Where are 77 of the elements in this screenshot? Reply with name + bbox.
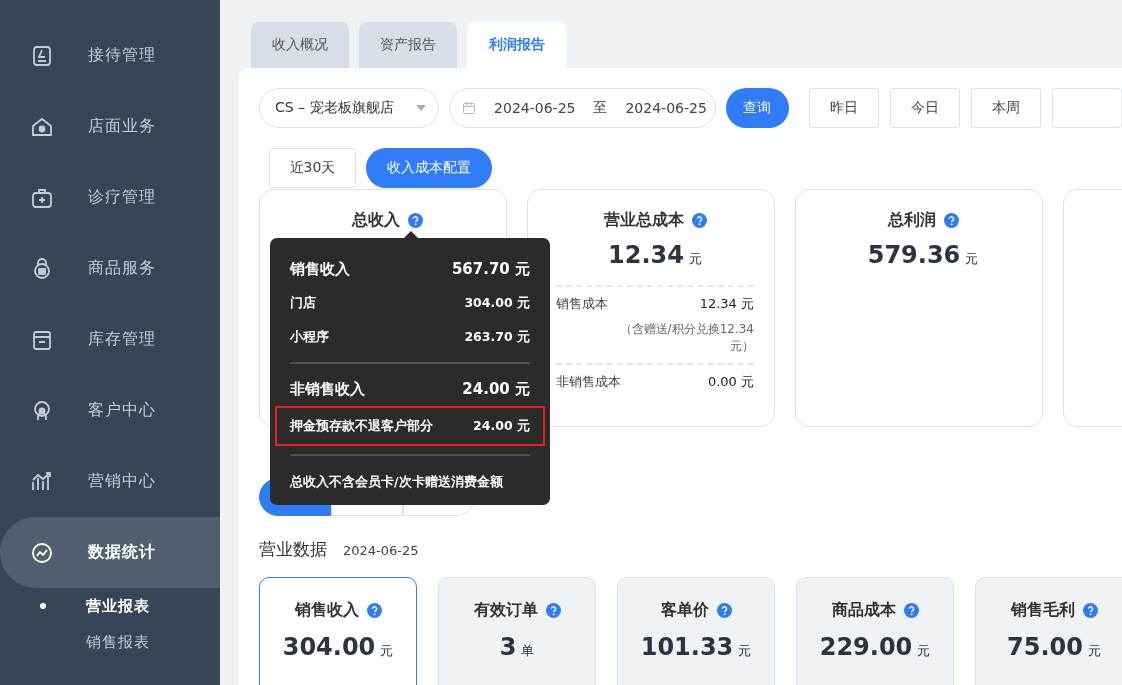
metric-label: 销售毛利 (1010, 600, 1075, 621)
help-icon[interactable] (407, 213, 423, 228)
tab[interactable]: 利润报告 (467, 22, 567, 68)
period-button[interactable]: 近30天 (269, 148, 356, 188)
sidebar-item[interactable]: 库存管理 (0, 304, 220, 375)
metric-card[interactable]: 商品成本 229.00 元 (796, 577, 954, 685)
line-value: 12.34 元 (699, 295, 754, 313)
metric-card[interactable]: 客单价 101.33 元 (617, 577, 775, 685)
calendar-icon (462, 101, 477, 115)
unit-label: 单 (521, 643, 535, 658)
sidebar-item[interactable]: 数据统计 (0, 517, 220, 588)
sidebar-item[interactable]: 客户中心 (0, 375, 220, 446)
tooltip-note: 总收入不含会员卡/次卡赠送消费金额 (290, 473, 504, 491)
card-title: 营业总成本 (603, 210, 684, 231)
metric-card[interactable]: 销售毛利 75.00 元 (975, 577, 1122, 685)
tooltip-value: 24.00 元 (473, 417, 530, 435)
help-icon[interactable] (716, 603, 732, 618)
period-button[interactable]: 昨日 (809, 88, 879, 128)
line-note: （含赠送/积分兑换12.34元） (618, 321, 754, 355)
sidebar-item[interactable]: 营销中心 (0, 446, 220, 517)
tab[interactable]: 收入概况 (251, 22, 349, 68)
metric-value: 101.33 (640, 633, 734, 661)
unit-label: 元 (380, 643, 394, 658)
metric-value: 3 (499, 633, 517, 661)
help-icon[interactable] (903, 603, 919, 618)
line-label: 非销售成本 (556, 372, 621, 391)
bullet-icon (40, 603, 46, 609)
line-label: 销售成本 (556, 295, 608, 313)
metric-value: 75.00 (1007, 633, 1083, 661)
unit-label: 元 (738, 643, 752, 658)
line-value: 0.00 元 (707, 372, 754, 391)
tooltip-heading: 销售收入 (290, 259, 350, 279)
tooltip-value: 263.70 元 (464, 328, 530, 346)
period-button[interactable]: 今日 (890, 88, 960, 128)
help-icon[interactable] (691, 213, 707, 228)
tooltip-label: 门店 (290, 294, 316, 312)
tab[interactable]: 资产报告 (359, 22, 457, 68)
metric-label: 商品成本 (831, 600, 896, 621)
sidebar-subitem[interactable]: 销售报表 (0, 624, 220, 660)
card-value: 579.36 (867, 241, 961, 269)
tooltip-label: 小程序 (290, 328, 329, 346)
help-icon[interactable] (943, 213, 959, 228)
section-title: 营业数据 (259, 538, 327, 561)
metric-value: 304.00 (282, 633, 376, 661)
metric-card[interactable]: 有效订单 3 单 (438, 577, 596, 685)
sidebar-item[interactable]: 接待管理 (0, 20, 220, 91)
help-icon[interactable] (1082, 603, 1098, 618)
card-title: 总收入 (351, 210, 400, 231)
clipboard-icon (30, 43, 54, 68)
unit-label: 元 (965, 251, 979, 266)
sidebar-item[interactable]: 店面业务 (0, 91, 220, 162)
metric-value: 229.00 (819, 633, 913, 661)
metric-label: 销售收入 (294, 600, 359, 621)
query-button[interactable]: 查询 (725, 88, 789, 128)
metric-label: 有效订单 (473, 600, 538, 621)
caret-icon (416, 105, 427, 111)
tooltip-heading: 非销售收入 (290, 379, 365, 399)
help-icon[interactable] (366, 603, 382, 618)
help-icon[interactable] (545, 603, 561, 618)
period-button[interactable]: 本周 (971, 88, 1041, 128)
metric-label: 客单价 (660, 600, 709, 621)
sidebar-subitem[interactable]: 营业报表 (0, 588, 220, 624)
unit-label: 元 (917, 643, 931, 658)
config-button[interactable]: 收入成本配置 (366, 148, 492, 188)
section-date: 2024-06-25 (343, 543, 419, 558)
card-value: 12.34 (608, 241, 684, 269)
metric-card[interactable]: 销售收入 304.00 元 (259, 577, 417, 685)
tooltip-value: 24.00 元 (462, 379, 530, 399)
sidebar-item[interactable]: 商品服务 (0, 233, 220, 304)
card-title: 总利润 (887, 210, 936, 231)
tooltip-value: 567.70 元 (451, 259, 530, 279)
unit-label: 元 (1087, 643, 1101, 658)
unit-label: 元 (688, 251, 702, 266)
sidebar-item[interactable]: 诊疗管理 (0, 162, 220, 233)
trend-icon (30, 540, 54, 565)
tooltip-label: 押金预存款不退客户部分 (290, 417, 433, 435)
tooltip-value: 304.00 元 (464, 294, 530, 312)
